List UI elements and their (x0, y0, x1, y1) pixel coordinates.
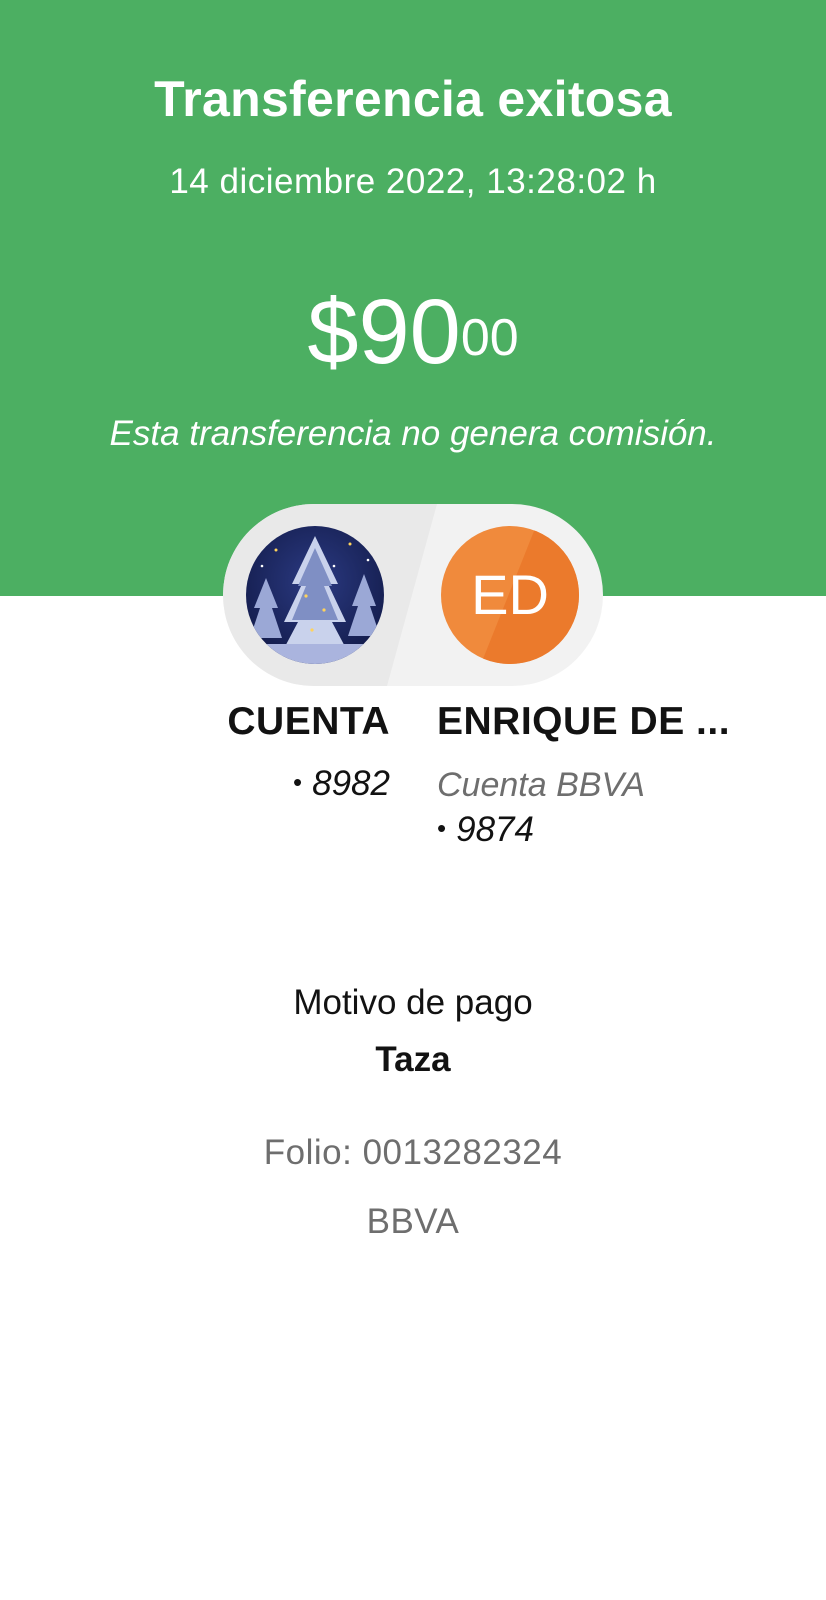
folio-number: Folio: 0013282324 (263, 1133, 563, 1172)
recipient-account: • 9874 (437, 810, 534, 850)
bank-name: BBVA (366, 1202, 460, 1241)
commission-note: Esta transferencia no genera comisión. (109, 414, 717, 453)
winter-night-photo-icon (246, 526, 384, 664)
amount-cents: 00 (460, 309, 519, 367)
bullet-icon: • (293, 767, 303, 797)
sender-account: • 8982 (150, 764, 390, 804)
recipient-avatar: ED (441, 526, 579, 664)
transfer-datetime: 14 diciembre 2022, 13:28:02 h (169, 162, 657, 201)
bullet-icon: • (437, 813, 447, 843)
recipient-account-number: 9874 (456, 810, 534, 849)
payment-reason-value: Taza (375, 1040, 451, 1079)
recipient-account-type: Cuenta BBVA (437, 766, 645, 804)
recipient-name: ENRIQUE DE ... (437, 700, 731, 743)
transfer-amount: $9000 (0, 282, 826, 382)
sender-avatar (246, 526, 384, 664)
sender-account-number: 8982 (312, 764, 390, 803)
sender-name: CUENTA (227, 700, 390, 743)
payment-reason-label: Motivo de pago (293, 983, 533, 1022)
page-title: Transferencia exitosa (154, 71, 672, 127)
recipient-initials: ED (471, 563, 549, 626)
amount-whole: $90 (307, 281, 461, 383)
